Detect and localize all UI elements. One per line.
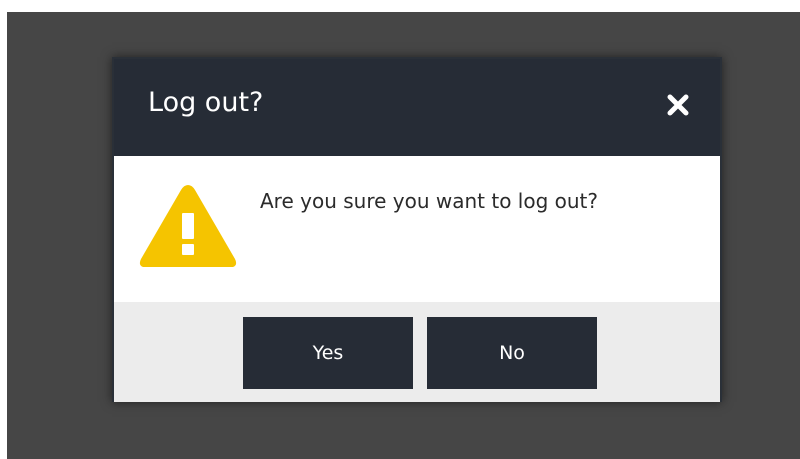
yes-button[interactable]: Yes xyxy=(243,317,413,389)
dialog-titlebar: Log out? xyxy=(114,59,720,156)
no-button[interactable]: No xyxy=(427,317,597,389)
warning-icon xyxy=(136,179,240,273)
dialog-message: Are you sure you want to log out? xyxy=(260,189,599,213)
dialog-body: Are you sure you want to log out? xyxy=(114,156,720,302)
close-icon[interactable] xyxy=(666,93,690,117)
dialog-title: Log out? xyxy=(148,87,264,118)
logout-dialog: Log out? Are you sure you want to log ou… xyxy=(112,57,722,402)
dialog-footer: Yes No xyxy=(114,302,720,402)
